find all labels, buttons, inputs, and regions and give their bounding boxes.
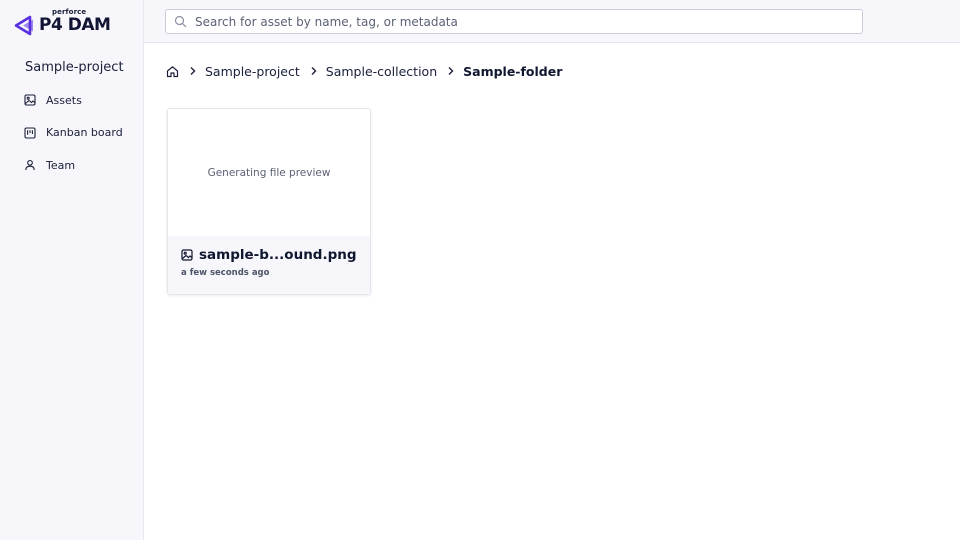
chevron-right-icon bbox=[190, 67, 196, 75]
breadcrumb-project[interactable]: Sample-project bbox=[205, 64, 300, 79]
search-box[interactable] bbox=[165, 9, 863, 34]
breadcrumb: Sample-project Sample-collection Sample-… bbox=[166, 62, 562, 80]
sidebar-nav: Assets Kanban board Team bbox=[0, 88, 143, 186]
sidebar-item-label: Assets bbox=[46, 93, 82, 107]
home-icon[interactable] bbox=[166, 65, 179, 78]
asset-file-name: sample-b...ound.png bbox=[199, 247, 357, 263]
image-icon bbox=[24, 94, 36, 106]
sidebar-item-kanban-board[interactable]: Kanban board bbox=[0, 121, 143, 145]
sidebar-item-label: Kanban board bbox=[46, 126, 123, 139]
project-title: Sample-project bbox=[25, 60, 124, 75]
preview-status-text: Generating file preview bbox=[207, 166, 331, 179]
chevron-right-icon bbox=[311, 67, 317, 75]
sidebar-item-assets[interactable]: Assets bbox=[0, 88, 143, 112]
user-icon bbox=[25, 159, 35, 171]
chevron-right-icon bbox=[448, 67, 454, 75]
brand-logo[interactable]: perforce P4 DAM bbox=[14, 8, 124, 38]
breadcrumb-current-folder: Sample-folder bbox=[463, 63, 563, 79]
asset-timestamp: a few seconds ago bbox=[181, 268, 270, 278]
asset-card-footer: sample-b...ound.png a few seconds ago bbox=[168, 236, 370, 294]
sidebar-item-team[interactable]: Team bbox=[0, 153, 143, 177]
top-bar bbox=[144, 0, 960, 43]
breadcrumb-collection[interactable]: Sample-collection bbox=[326, 64, 437, 79]
perforce-logo-icon bbox=[14, 15, 33, 36]
asset-title-row: sample-b...ound.png bbox=[181, 247, 358, 263]
sidebar-item-label: Team bbox=[46, 158, 76, 172]
sidebar: perforce P4 DAM Sample-project Assets Ka… bbox=[0, 0, 144, 540]
image-icon bbox=[181, 249, 193, 261]
kanban-icon bbox=[24, 126, 36, 139]
asset-preview: Generating file preview bbox=[168, 109, 370, 236]
search-input[interactable] bbox=[195, 14, 862, 29]
search-icon bbox=[174, 15, 187, 28]
brand-name: P4 DAM bbox=[39, 15, 111, 35]
asset-card[interactable]: Generating file preview sample-b...ound.… bbox=[167, 108, 371, 295]
